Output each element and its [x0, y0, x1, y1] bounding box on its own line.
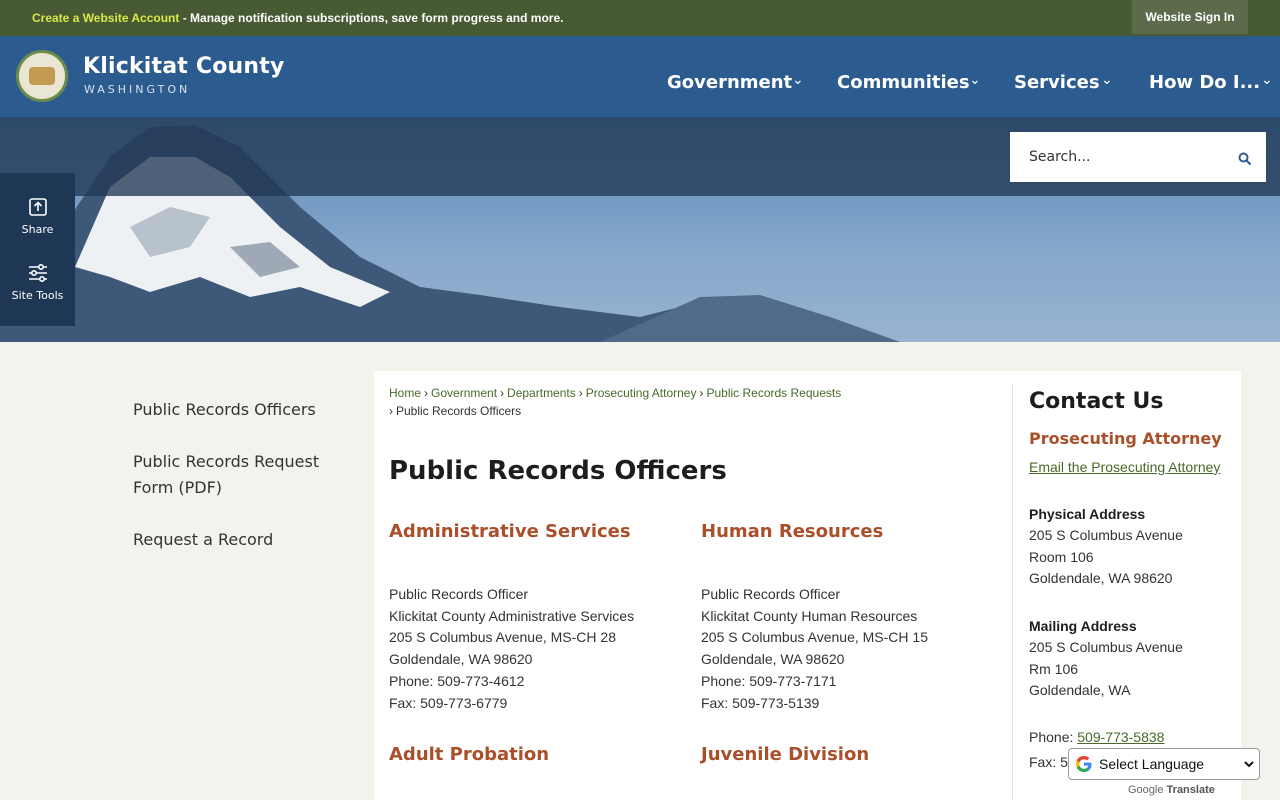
column-divider: [1012, 384, 1013, 800]
share-icon: [28, 198, 47, 216]
email-prosecuting-attorney-link[interactable]: Email the Prosecuting Attorney: [1029, 459, 1220, 475]
section-adult-probation: Adult Probation: [389, 744, 550, 765]
breadcrumb-sep: ›: [699, 386, 704, 400]
administrative-services-address: Public Records Officer Klickitat County …: [389, 584, 634, 714]
nav-how-do-i[interactable]: How Do I...: [1149, 70, 1260, 94]
create-account-link[interactable]: Create a Website Account: [32, 11, 179, 25]
nav-communities-label: Communities: [837, 71, 970, 93]
page-title: Public Records Officers: [389, 456, 727, 486]
address-line: 205 S Columbus Avenue, MS-CH 28: [389, 629, 616, 646]
google-translate-widget[interactable]: Select Language: [1068, 748, 1260, 780]
leftnav-request-form-pdf[interactable]: Public Records Request Form (PDF): [133, 449, 353, 501]
breadcrumb-sep: ›: [424, 386, 429, 400]
sliders-icon: [28, 263, 47, 283]
nav-communities[interactable]: Communities: [837, 70, 970, 94]
nav-services[interactable]: Services: [1014, 70, 1100, 94]
account-message: Create a Website Account - Manage notifi…: [32, 11, 563, 25]
nav-how-do-i-label: How Do I...: [1149, 71, 1261, 93]
breadcrumb-departments[interactable]: Departments: [507, 386, 576, 400]
address-line: Room 106: [1029, 548, 1094, 565]
fax-line: Fax: 509-773-5139: [701, 694, 820, 711]
breadcrumb-current: Public Records Officers: [396, 404, 522, 418]
side-tools-panel: Share Site Tools: [0, 173, 75, 326]
address-line: Klickitat County Human Resources: [701, 607, 918, 624]
section-human-resources: Human Resources: [701, 521, 884, 542]
breadcrumb-current-row: › Public Records Officers: [389, 404, 521, 418]
breadcrumb-public-records-requests[interactable]: Public Records Requests: [706, 386, 841, 400]
breadcrumb-prosecuting-attorney[interactable]: Prosecuting Attorney: [586, 386, 697, 400]
share-label: Share: [21, 223, 54, 236]
breadcrumb-government[interactable]: Government: [431, 386, 497, 400]
breadcrumb-sep: ›: [500, 386, 505, 400]
powered-by-google-translate[interactable]: Google Translate: [1128, 784, 1215, 796]
nav-services-label: Services: [1014, 71, 1100, 93]
account-message-text: - Manage notification subscriptions, sav…: [179, 11, 564, 25]
address-line: 205 S Columbus Avenue: [1029, 527, 1183, 543]
brand-state: WASHINGTON: [84, 83, 191, 96]
nav-government-label: Government: [667, 71, 793, 93]
leftnav-request-a-record[interactable]: Request a Record: [133, 527, 353, 553]
contact-phone: Phone: 509-773-5838: [1029, 727, 1164, 749]
google-g-icon: [1075, 756, 1092, 772]
phone-label: Phone:: [1029, 729, 1078, 745]
phone-line: Phone: 509-773-4612: [389, 672, 525, 689]
section-juvenile-division: Juvenile Division: [701, 744, 870, 765]
breadcrumb-sep: ›: [578, 386, 583, 400]
mailing-address-label: Mailing Address: [1029, 618, 1137, 634]
language-select[interactable]: Select Language: [1095, 753, 1257, 775]
address-line: 205 S Columbus Avenue: [1029, 639, 1183, 655]
leftnav-public-records-officers[interactable]: Public Records Officers: [133, 397, 353, 423]
breadcrumb-home[interactable]: Home: [389, 386, 421, 400]
address-line: Goldendale, WA 98620: [701, 651, 845, 668]
contact-department: Prosecuting Attorney: [1029, 429, 1222, 448]
contact-us-heading: Contact Us: [1029, 389, 1164, 414]
section-administrative-services: Administrative Services: [389, 521, 631, 542]
address-line: Public Records Officer: [389, 586, 529, 602]
nav-government[interactable]: Government: [667, 70, 792, 94]
phone-line: Phone: 509-773-7171: [701, 672, 837, 689]
google-wordmark: Google: [1128, 784, 1164, 796]
search-field[interactable]: [1010, 132, 1266, 182]
contact-fax: Fax: 5: [1029, 754, 1068, 770]
website-sign-in-button[interactable]: Website Sign In: [1132, 0, 1248, 34]
phone-link[interactable]: 509-773-5838: [1077, 729, 1164, 745]
site-tools[interactable]: Site Tools: [0, 263, 75, 302]
share-tool[interactable]: Share: [0, 197, 75, 236]
address-line: 205 S Columbus Avenue, MS-CH 15: [701, 629, 928, 646]
translate-label: Translate: [1166, 784, 1215, 796]
human-resources-address: Public Records Officer Klickitat County …: [701, 584, 928, 714]
address-line: Goldendale, WA 98620: [389, 651, 533, 668]
address-line: Rm 106: [1029, 660, 1079, 677]
county-seal-logo[interactable]: [16, 50, 68, 102]
top-notification-bar: Create a Website Account - Manage notifi…: [0, 0, 1280, 36]
physical-address: 205 S Columbus Avenue Room 106 Goldendal…: [1029, 525, 1183, 590]
mailing-address: 205 S Columbus Avenue Rm 106 Goldendale,…: [1029, 637, 1183, 702]
site-header: Klickitat County WASHINGTON Government ⌄…: [0, 36, 1280, 117]
breadcrumb-sep: ›: [389, 404, 393, 418]
search-input[interactable]: [1010, 132, 1220, 182]
fax-line: Fax: 509-773-6779: [389, 694, 508, 711]
physical-address-label: Physical Address: [1029, 506, 1146, 522]
brand-name[interactable]: Klickitat County: [83, 54, 285, 79]
address-line: Klickitat County Administrative Services: [389, 607, 635, 624]
breadcrumb: Home › Government › Departments › Prosecuting …: [389, 386, 841, 400]
address-line: Goldendale, WA 98620: [1029, 570, 1173, 587]
address-line: Public Records Officer: [701, 586, 841, 602]
address-line: Goldendale, WA: [1029, 682, 1131, 699]
search-icon[interactable]: [1238, 152, 1252, 166]
site-tools-label: Site Tools: [11, 289, 64, 302]
